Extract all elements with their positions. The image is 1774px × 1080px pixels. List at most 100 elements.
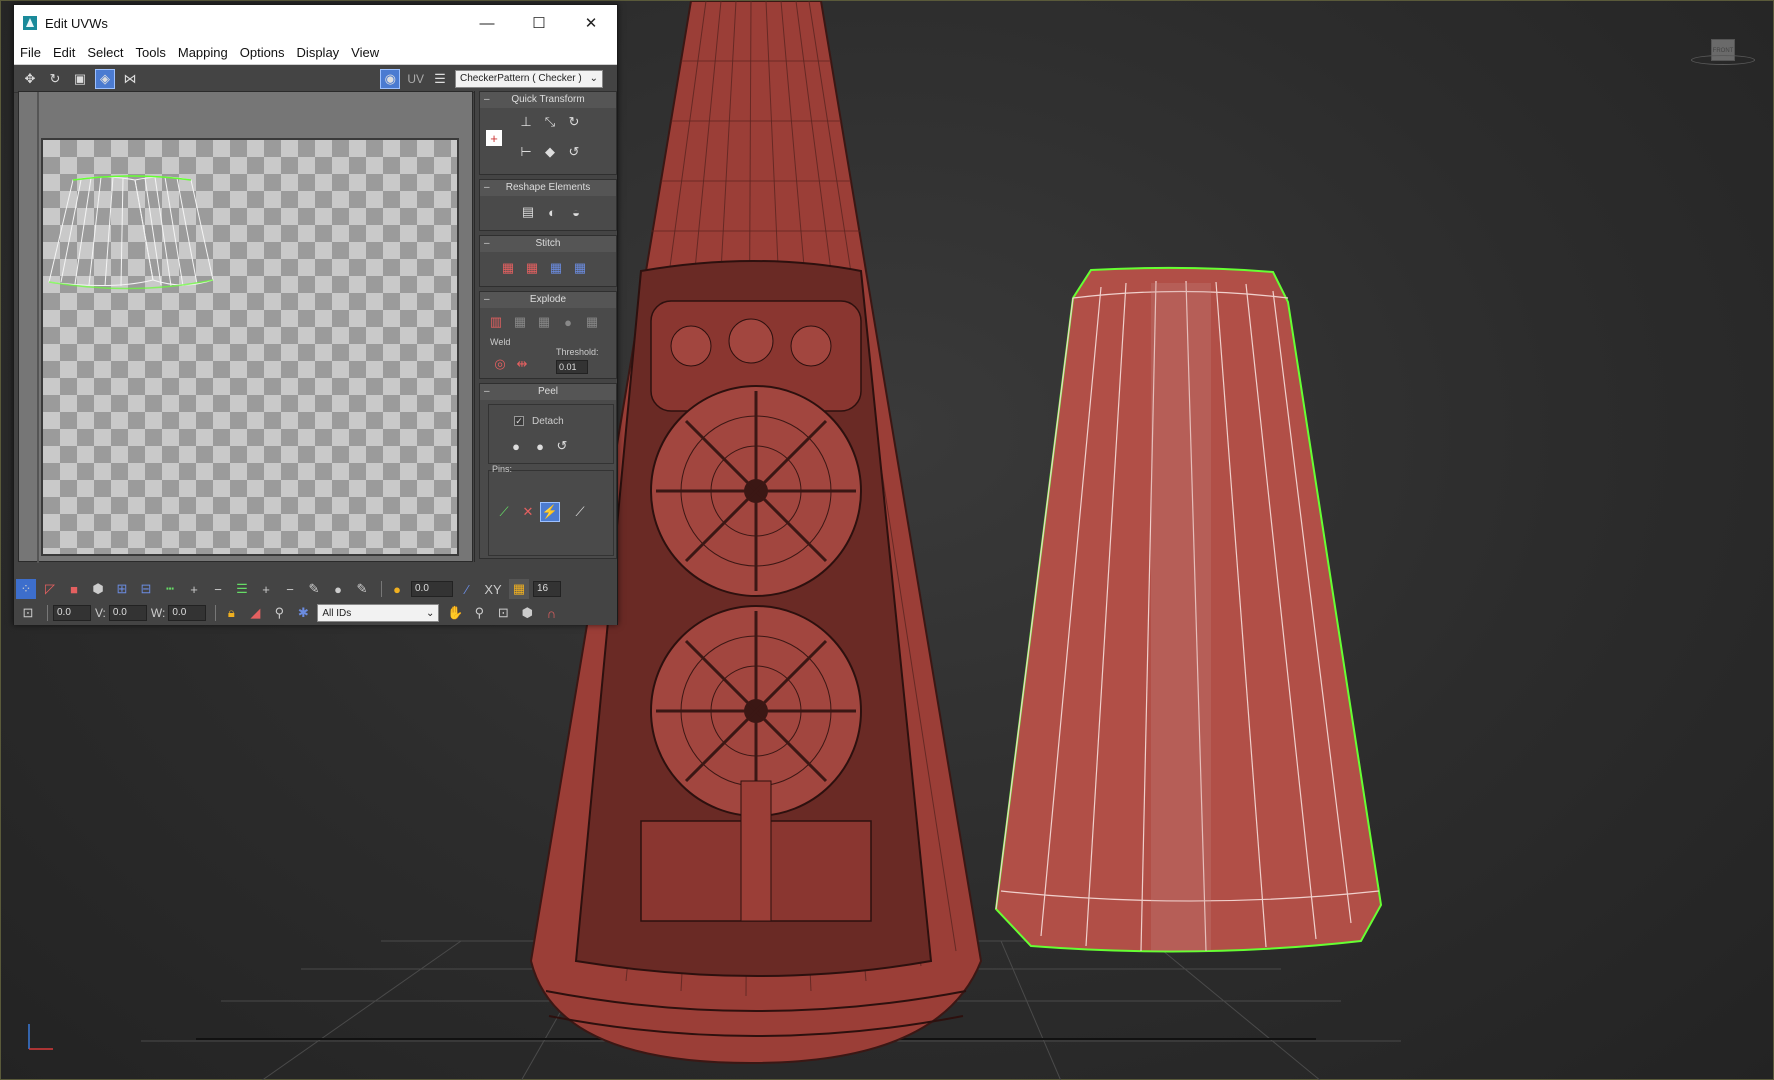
pin-add-icon[interactable]: ⟋ — [494, 502, 514, 522]
window-title: Edit UVWs — [45, 15, 108, 31]
rollout-explode: – Explode ▥ ▦ ▦ ● ▦ Weld Threshold: ◎ ⇹ 0… — [479, 291, 617, 379]
weld-target-icon[interactable]: ◎ — [490, 354, 510, 374]
menu-tools[interactable]: Tools — [136, 45, 166, 60]
uv-map-icon[interactable]: ◉ — [380, 68, 401, 89]
pan-icon[interactable]: ✋ — [445, 603, 465, 623]
mesh-tapered-cylinder-selected[interactable] — [994, 266, 1383, 953]
move-icon[interactable]: ✥ — [20, 69, 40, 89]
vertex-mode-icon[interactable]: ⁘ — [16, 579, 36, 599]
rollout-header-quick-transform[interactable]: – Quick Transform — [480, 92, 616, 108]
maximize-button[interactable]: ☐ — [513, 5, 565, 41]
uv-island-shells[interactable] — [43, 140, 457, 554]
grow-ring-icon[interactable]: + — [184, 579, 204, 599]
close-button[interactable]: ✕ — [565, 5, 617, 41]
rollout-header-explode[interactable]: – Explode — [480, 292, 616, 308]
pivot-icon[interactable]: + — [486, 130, 502, 146]
viewcube-compass-ring[interactable] — [1691, 55, 1755, 65]
viewcube[interactable]: FRONT — [1691, 31, 1755, 71]
divisions-spinner[interactable]: 16 — [533, 581, 561, 597]
scale-icon[interactable]: ▣ — [70, 69, 90, 89]
edge-loop-icon[interactable]: ☰ — [232, 579, 252, 599]
align-diagonal-icon[interactable]: ⤡ — [540, 112, 560, 132]
rollout-header-stitch[interactable]: – Stitch — [480, 236, 616, 252]
falloff-line-icon[interactable]: ∕ — [457, 579, 477, 599]
xy-axis-button[interactable]: XY — [481, 579, 505, 599]
menu-display[interactable]: Display — [297, 45, 340, 60]
minimize-button[interactable]: — — [461, 5, 513, 41]
menu-options[interactable]: Options — [240, 45, 285, 60]
rollout-header-peel[interactable]: – Peel — [480, 384, 616, 400]
edge-ring-icon[interactable]: ┅ — [160, 579, 180, 599]
mirror-icon[interactable]: ⋈ — [120, 69, 140, 89]
auto-pin-icon[interactable]: ⚡ — [540, 502, 560, 522]
shrink-ring-icon[interactable]: − — [208, 579, 228, 599]
explode-by-smoothing-icon[interactable]: ▦ — [510, 312, 530, 332]
align-horizontal-icon[interactable]: ⊥ — [516, 112, 536, 132]
menu-file[interactable]: File — [20, 45, 41, 60]
weld-selected-icon[interactable]: ⇹ — [512, 354, 532, 374]
element-mode-icon[interactable]: ⬢ — [88, 579, 108, 599]
stitch-to-source-icon[interactable]: ▦ — [546, 258, 566, 278]
menu-select[interactable]: Select — [87, 45, 123, 60]
freeze-icon[interactable]: ✱ — [293, 603, 313, 623]
uv-editor-canvas[interactable] — [18, 91, 473, 563]
grow-loop-icon[interactable]: + — [256, 579, 276, 599]
rollout-title-quick-transform: Quick Transform — [511, 94, 585, 105]
straighten-selection-icon[interactable]: ▤ — [518, 202, 538, 222]
rollout-header-reshape[interactable]: – Reshape Elements — [480, 180, 616, 196]
stitch-to-target-icon[interactable]: ▦ — [498, 258, 518, 278]
rotate-cw-icon[interactable]: ↻ — [564, 112, 584, 132]
menu-mapping[interactable]: Mapping — [178, 45, 228, 60]
list-icon[interactable]: ☰ — [430, 69, 450, 89]
edit-uvws-window[interactable]: Edit UVWs — ☐ ✕ File Edit Select Tools M… — [13, 4, 618, 625]
peel-mode-icon[interactable]: ● — [530, 436, 550, 456]
grow-selection-icon[interactable]: ⊞ — [112, 579, 132, 599]
soft-selection-icon[interactable]: ● — [387, 579, 407, 599]
paint-shrink-icon[interactable]: ✎ — [352, 579, 372, 599]
grid-snap-icon[interactable]: ▦ — [509, 579, 529, 599]
menu-edit[interactable]: Edit — [53, 45, 75, 60]
explode-to-seams-icon[interactable]: ▦ — [582, 312, 602, 332]
edge-mode-icon[interactable]: ◸ — [40, 579, 60, 599]
select-pins-icon[interactable]: ⟋ — [570, 502, 590, 522]
rotate-ccw-icon[interactable]: ↺ — [564, 142, 584, 162]
stitch-average-icon[interactable]: ▦ — [522, 258, 542, 278]
show-icon[interactable]: ⚲ — [269, 603, 289, 623]
shrink-selection-icon[interactable]: ⊟ — [136, 579, 156, 599]
menu-view[interactable]: View — [351, 45, 379, 60]
zoom-icon[interactable]: ⚲ — [469, 603, 489, 623]
absolute-offset-icon[interactable]: ⊡ — [18, 603, 38, 623]
quick-peel-icon[interactable]: ● — [506, 436, 526, 456]
threshold-spinner[interactable]: 0.01 — [556, 360, 588, 374]
rotate-icon[interactable]: ↻ — [45, 69, 65, 89]
pin-remove-icon[interactable]: ✕ — [518, 502, 538, 522]
freeform-icon[interactable]: ◈ — [95, 68, 115, 89]
texture-dropdown[interactable]: CheckerPattern ( Checker ) ⌄ — [455, 69, 603, 88]
hide-icon[interactable]: ◢ — [245, 603, 265, 623]
relax-until-flat-icon[interactable]: ◒ — [566, 202, 586, 222]
polygon-mode-icon[interactable]: ■ — [64, 579, 84, 599]
v-coordinate-field[interactable]: 0.0 — [108, 605, 147, 621]
paint-select-icon[interactable]: ✎ — [304, 579, 324, 599]
material-id-dropdown[interactable]: All IDs ⌄ — [317, 604, 440, 622]
shrink-loop-icon[interactable]: − — [280, 579, 300, 599]
zoom-extents-icon[interactable]: ⬢ — [517, 603, 537, 623]
stitch-custom-icon[interactable]: ▦ — [570, 258, 590, 278]
detach-checkbox[interactable]: ✓ — [514, 416, 524, 426]
magnet-icon[interactable]: ∩ — [541, 603, 561, 623]
lock-icon[interactable]: 🔒︎ — [221, 603, 241, 623]
straighten-icon[interactable]: ◆ — [540, 142, 560, 162]
soft-selection-spinner[interactable]: 0.0 — [411, 581, 453, 597]
break-icon[interactable]: ▥ — [486, 312, 506, 332]
relax-icon[interactable]: ◐ — [542, 202, 562, 222]
toolbar-separator — [381, 581, 382, 597]
window-titlebar[interactable]: Edit UVWs — ☐ ✕ — [14, 5, 617, 41]
u-coordinate-field[interactable]: 0.0 — [53, 605, 91, 621]
reset-peel-icon[interactable]: ↺ — [552, 436, 572, 456]
explode-by-material-icon[interactable]: ▦ — [534, 312, 554, 332]
align-vertical-icon[interactable]: ⊢ — [516, 142, 536, 162]
flatten-icon[interactable]: ● — [558, 312, 578, 332]
paint-grow-icon[interactable]: ● — [328, 579, 348, 599]
w-coordinate-field[interactable]: 0.0 — [168, 605, 207, 621]
zoom-region-icon[interactable]: ⊡ — [493, 603, 513, 623]
